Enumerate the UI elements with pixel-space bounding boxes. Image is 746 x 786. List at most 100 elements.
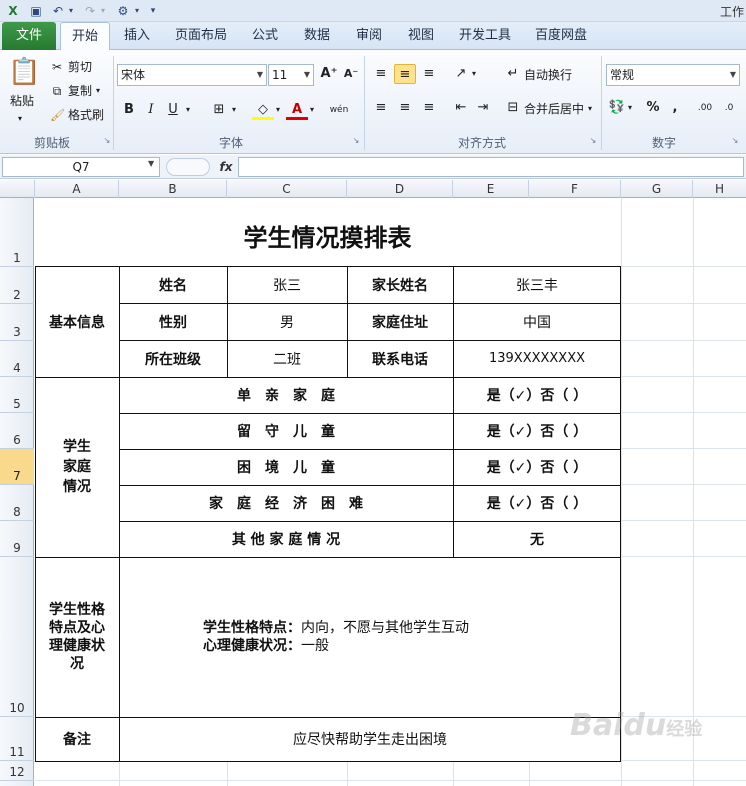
name-box-dropdown-icon[interactable]: ▼ <box>148 159 154 168</box>
single-parent-label[interactable]: 单 亲 家 庭 <box>119 377 453 413</box>
basic-info-label[interactable]: 基本信息 <box>35 266 119 377</box>
row-header-6[interactable]: 6 <box>0 413 34 449</box>
font-size-select[interactable]: 11 ▼ <box>268 64 314 86</box>
accounting-dropdown-icon[interactable]: ▾ <box>624 98 636 118</box>
gender-label[interactable]: 性别 <box>119 303 227 340</box>
increase-indent-icon[interactable]: ⇥ <box>472 98 494 118</box>
phone-value[interactable]: 139XXXXXXXX <box>453 340 621 377</box>
align-right-icon[interactable]: ≡ <box>418 98 440 118</box>
alignment-launcher-icon[interactable]: ↘ <box>588 136 598 146</box>
font-launcher-icon[interactable]: ↘ <box>351 136 361 146</box>
underline-icon[interactable]: U <box>162 100 184 120</box>
align-middle-icon[interactable]: ≡ <box>394 64 416 84</box>
insert-function-icon[interactable]: fx <box>216 157 236 177</box>
row-header-12[interactable]: 12 <box>0 761 34 781</box>
underline-dropdown-icon[interactable]: ▾ <box>182 100 194 120</box>
paste-dropdown-icon[interactable]: ▾ <box>18 110 22 128</box>
left-behind-label[interactable]: 留 守 儿 童 <box>119 413 453 449</box>
copy-icon[interactable]: ⧉ <box>50 82 64 100</box>
address-label[interactable]: 家庭住址 <box>347 303 453 340</box>
redo-dropdown-icon[interactable]: ▾ <box>98 3 108 19</box>
clipboard-launcher-icon[interactable]: ↘ <box>102 136 112 146</box>
name-value[interactable]: 张三 <box>227 266 347 303</box>
parent-name-value[interactable]: 张三丰 <box>453 266 621 303</box>
merge-center-dropdown-icon[interactable]: ▾ <box>588 100 592 118</box>
personality-label[interactable]: 学生性格 特点及心 理健康状 况 <box>35 557 119 717</box>
fill-color-icon[interactable]: ◇ <box>252 100 274 120</box>
paste-button[interactable]: 粘贴 <box>10 92 34 110</box>
column-header-d[interactable]: D <box>347 180 453 198</box>
row-header-4[interactable]: 4 <box>0 341 34 377</box>
scissors-icon[interactable]: ✂ <box>50 58 64 76</box>
phone-label[interactable]: 联系电话 <box>347 340 453 377</box>
remarks-value[interactable]: 应尽快帮助学生走出困境 <box>119 717 621 761</box>
align-bottom-icon[interactable]: ≡ <box>418 64 440 84</box>
increase-decimal-icon[interactable]: .00 <box>694 98 716 118</box>
column-header-c[interactable]: C <box>227 180 347 198</box>
redo-icon[interactable]: ↷ <box>82 3 98 19</box>
decrease-indent-icon[interactable]: ⇤ <box>450 98 472 118</box>
column-header-a[interactable]: A <box>35 180 119 198</box>
merge-center-button[interactable]: 合并后居中 <box>524 100 584 118</box>
format-painter-button[interactable]: 格式刷 <box>68 106 104 124</box>
font-color-icon[interactable]: A <box>286 100 308 120</box>
column-header-b[interactable]: B <box>119 180 227 198</box>
family-situation-label[interactable]: 学生 家庭 情况 <box>35 377 119 557</box>
personality-description[interactable]: 学生性格特点：内向，不愿与其他学生互动 心理健康状况：一般 <box>119 557 621 717</box>
number-launcher-icon[interactable]: ↘ <box>730 136 740 146</box>
paste-icon[interactable]: 📋 <box>8 56 40 88</box>
decrease-decimal-icon[interactable]: .0 <box>718 98 740 118</box>
column-header-f[interactable]: F <box>529 180 621 198</box>
column-header-h[interactable]: H <box>693 180 746 198</box>
tab-file[interactable]: 文件 <box>2 22 56 50</box>
left-behind-answer[interactable]: 是（✓）否（ ） <box>453 413 621 449</box>
tab-home[interactable]: 开始 <box>60 22 110 50</box>
sheet-title[interactable]: 学生情况摸排表 <box>35 198 620 266</box>
font-name-select[interactable]: 宋体 ▼ <box>117 64 267 86</box>
cut-button[interactable]: 剪切 <box>68 58 92 76</box>
class-label[interactable]: 所在班级 <box>119 340 227 377</box>
remarks-label[interactable]: 备注 <box>35 717 119 761</box>
parent-name-label[interactable]: 家长姓名 <box>347 266 453 303</box>
select-all-button[interactable] <box>0 180 35 198</box>
shrink-font-icon[interactable]: A⁻ <box>340 64 362 84</box>
italic-icon[interactable]: I <box>140 100 162 120</box>
tab-page-layout[interactable]: 页面布局 <box>168 22 234 50</box>
tab-insert[interactable]: 插入 <box>114 22 160 50</box>
row-header-8[interactable]: 8 <box>0 485 34 521</box>
fill-color-dropdown-icon[interactable]: ▾ <box>272 100 284 120</box>
row-header-3[interactable]: 3 <box>0 304 34 341</box>
wrap-text-button[interactable]: 自动换行 <box>524 66 572 84</box>
formula-input[interactable] <box>238 157 744 177</box>
name-box[interactable]: Q7 <box>2 157 160 177</box>
hardship-answer[interactable]: 是（✓）否（ ） <box>453 449 621 485</box>
address-value[interactable]: 中国 <box>453 303 621 340</box>
orientation-dropdown-icon[interactable]: ▾ <box>468 64 480 84</box>
grow-font-icon[interactable]: A⁺ <box>318 64 340 84</box>
toolbar-menu-icon[interactable]: ▾ <box>148 3 158 19</box>
align-center-icon[interactable]: ≡ <box>394 98 416 118</box>
row-header-5[interactable]: 5 <box>0 377 34 413</box>
row-header-1[interactable]: 1 <box>0 198 34 267</box>
gender-value[interactable]: 男 <box>227 303 347 340</box>
worksheet-grid[interactable]: 学生情况摸排表 基本信息 姓名 张三 家长姓名 张三丰 性别 男 家庭住址 中国… <box>35 198 746 786</box>
copy-button[interactable]: 复制 <box>68 82 92 100</box>
align-top-icon[interactable]: ≡ <box>370 64 392 84</box>
phonetic-guide-icon[interactable]: wén <box>328 100 350 120</box>
font-color-dropdown-icon[interactable]: ▾ <box>306 100 318 120</box>
economic-difficulty-label[interactable]: 家 庭 经 济 困 难 <box>119 485 453 521</box>
font-size-dropdown-icon[interactable]: ▼ <box>304 65 310 85</box>
customize-icon[interactable]: ⚙ <box>114 3 132 19</box>
row-header-10[interactable]: 10 <box>0 557 34 717</box>
undo-icon[interactable]: ↶ <box>50 3 66 19</box>
percent-style-icon[interactable]: % <box>642 98 664 118</box>
row-header-7[interactable]: 7 <box>0 449 34 485</box>
customize-dropdown-icon[interactable]: ▾ <box>132 3 142 19</box>
tab-developer[interactable]: 开发工具 <box>452 22 518 50</box>
tab-view[interactable]: 视图 <box>400 22 442 50</box>
bold-icon[interactable]: B <box>118 100 140 120</box>
column-header-g[interactable]: G <box>621 180 693 198</box>
font-name-dropdown-icon[interactable]: ▼ <box>257 65 263 85</box>
row-header-2[interactable]: 2 <box>0 267 34 304</box>
tab-formulas[interactable]: 公式 <box>244 22 286 50</box>
